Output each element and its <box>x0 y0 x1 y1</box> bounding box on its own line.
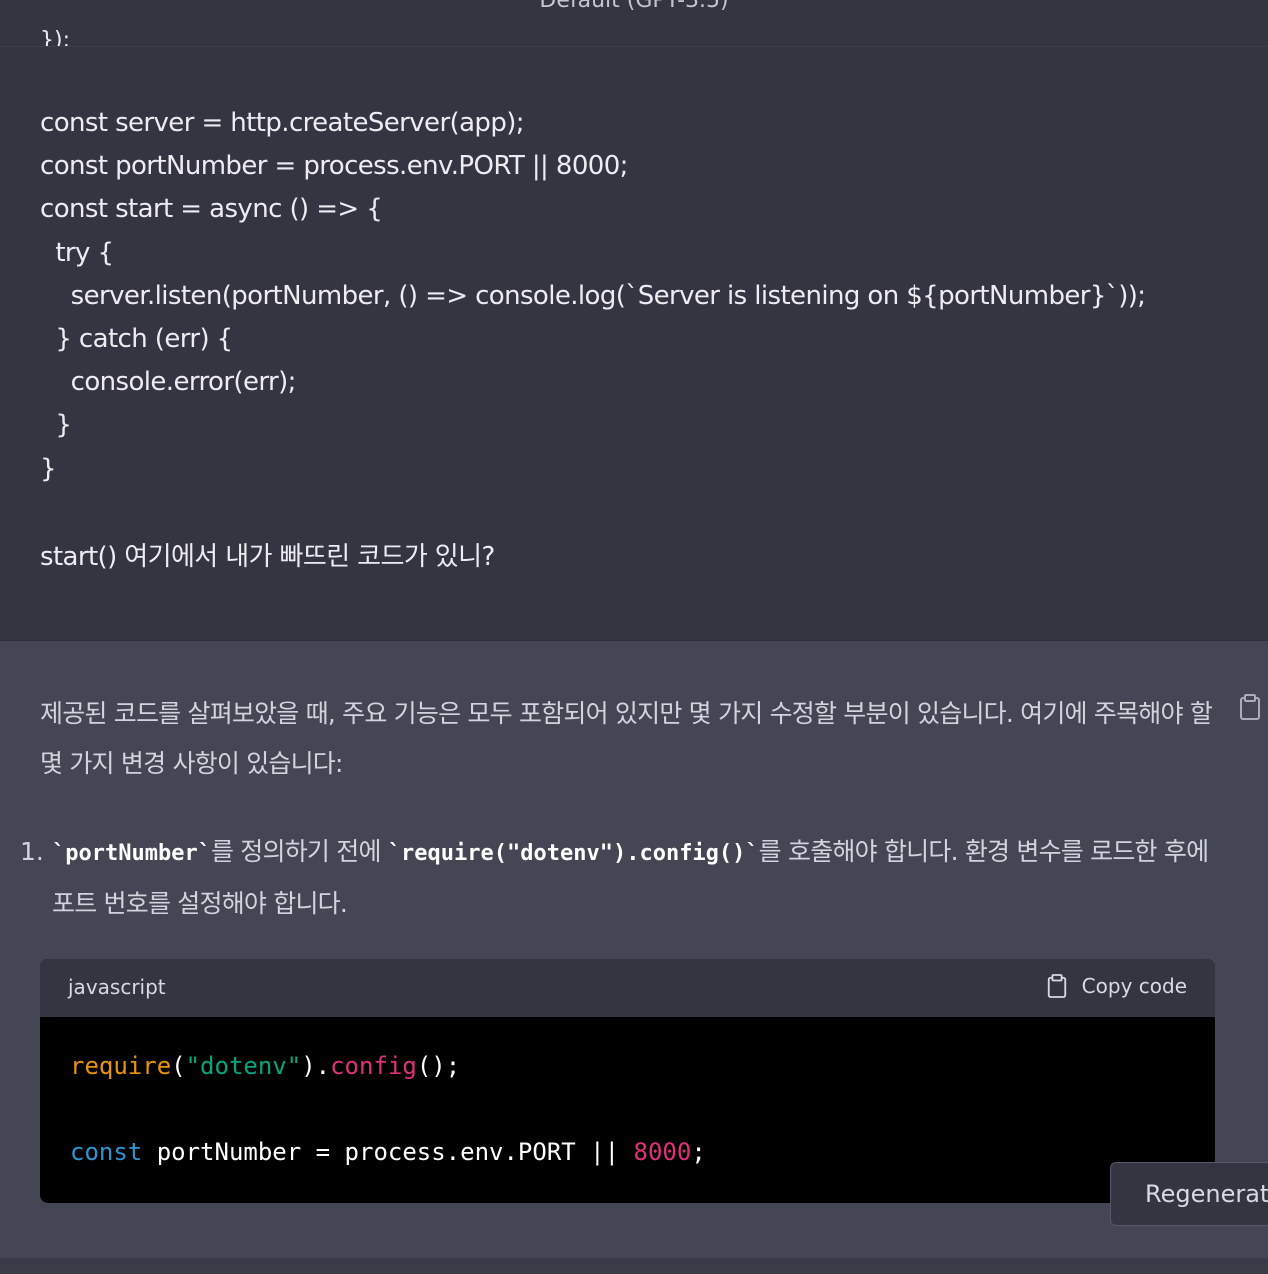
code-line: const start = async () => { <box>40 194 383 225</box>
assistant-message: 제공된 코드를 살펴보았을 때, 주요 기능은 모두 포함되어 있지만 몇 가지… <box>0 640 1268 1274</box>
code-block: javascript Copy code require("dotenv").c… <box>40 959 1215 1203</box>
list-item-text: `portNumber`를 정의하기 전에 `require("dotenv")… <box>52 827 1212 929</box>
code-line: const portNumber = process.env.PORT || 8… <box>70 1138 706 1166</box>
code-line: try { <box>40 237 114 268</box>
code-token-punct: ( <box>171 1052 186 1080</box>
code-line: console.error(err); <box>40 367 297 398</box>
code-token-punct: ; <box>691 1138 706 1166</box>
code-line: const server = http.createServer(app); <box>40 108 525 138</box>
code-line: } <box>40 410 72 441</box>
scrolled-code-fragment: }); <box>40 30 70 46</box>
clipboard-icon <box>1047 974 1066 998</box>
top-bar: Default (GPT-3.5) }); <box>0 0 1268 47</box>
code-line: require("dotenv").config(); <box>70 1052 460 1080</box>
inline-code: `portNumber` <box>52 841 211 866</box>
regenerate-label: Regenerate response <box>1145 1180 1268 1208</box>
code-token-property: config <box>330 1052 417 1080</box>
assistant-intro: 제공된 코드를 살펴보았을 때, 주요 기능은 모두 포함되어 있지만 몇 가지… <box>40 699 1213 778</box>
code-token-punct: (); <box>416 1052 461 1080</box>
list-text-segment: 를 정의하기 전에 <box>210 837 388 866</box>
code-body: require("dotenv").config(); const portNu… <box>40 1017 1215 1174</box>
code-token-number: 8000 <box>633 1138 692 1166</box>
user-code-text: const server = http.createServer(app); c… <box>40 102 1146 491</box>
code-line: } catch (err) { <box>40 324 233 355</box>
code-token-text: portNumber = process.env.PORT || <box>142 1138 634 1166</box>
code-block-header: javascript Copy code <box>40 959 1215 1017</box>
clipboard-icon[interactable] <box>1238 693 1262 721</box>
code-token-punct: ). <box>301 1052 331 1080</box>
code-token-function: require <box>70 1052 172 1080</box>
copy-code-label: Copy code <box>1081 974 1187 998</box>
inline-code: `require("dotenv").config()` <box>387 841 759 866</box>
input-area-edge <box>0 1258 1268 1274</box>
user-question: start() 여기에서 내가 빠뜨린 코드가 있니? <box>40 542 495 572</box>
code-line: server.listen(portNumber, () => console.… <box>40 280 1146 311</box>
chat-page: Default (GPT-3.5) }); const server = htt… <box>0 0 1268 1274</box>
regenerate-button[interactable]: Regenerate response <box>1110 1162 1268 1226</box>
code-language-label: javascript <box>68 975 166 999</box>
code-line: } <box>40 453 57 484</box>
code-token-keyword: const <box>70 1138 143 1166</box>
user-message: const server = http.createServer(app); c… <box>0 46 1268 640</box>
list-number: 1. <box>20 837 44 866</box>
code-line: const portNumber = process.env.PORT || 8… <box>40 151 628 182</box>
copy-code-button[interactable]: Copy code <box>1046 973 1187 999</box>
model-title[interactable]: Default (GPT-3.5) <box>0 0 1268 13</box>
code-token-string: "dotenv" <box>185 1052 302 1080</box>
